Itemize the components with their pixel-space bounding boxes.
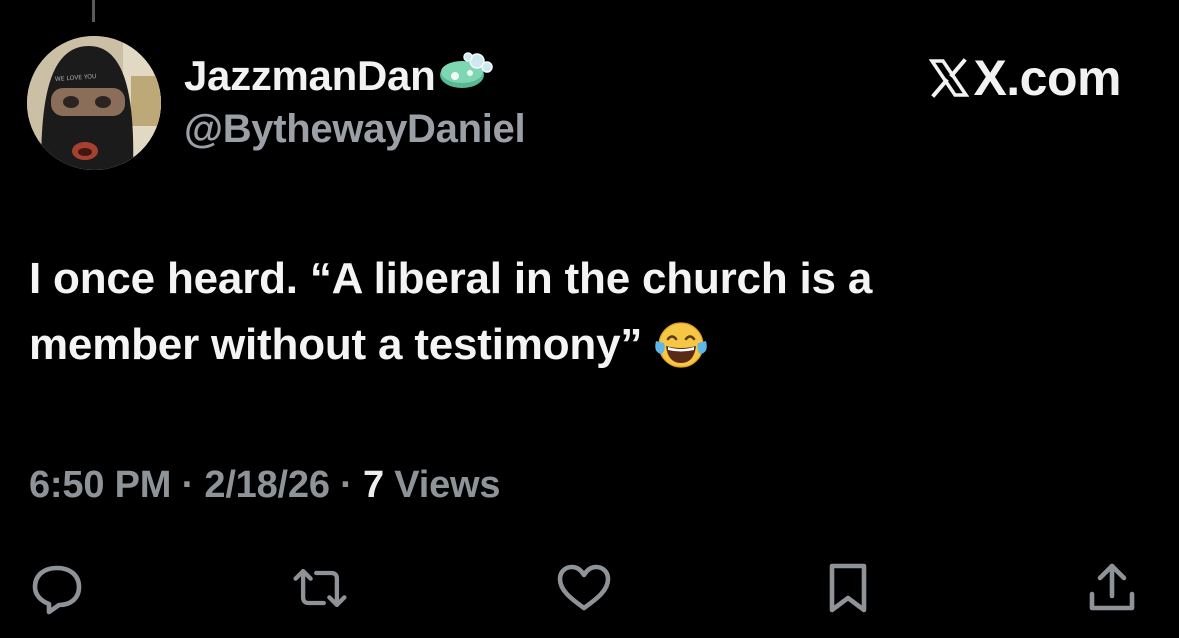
source-label: X.com bbox=[973, 50, 1121, 106]
meta-separator: · bbox=[329, 464, 363, 506]
tweet-text-line: member without a testimony” bbox=[29, 312, 1139, 388]
x-logo-icon bbox=[929, 58, 970, 98]
tweet-text: I once heard. “A liberal in the church i… bbox=[29, 246, 1139, 388]
repost-icon bbox=[293, 568, 347, 608]
share-icon bbox=[1089, 563, 1135, 611]
tears-of-joy-emoji-icon bbox=[652, 319, 710, 388]
reply-icon bbox=[32, 565, 82, 615]
thread-connector-line bbox=[92, 0, 95, 22]
display-name[interactable]: JazzmanDan bbox=[184, 52, 436, 100]
tweet-date[interactable]: 2/18/26 bbox=[204, 464, 330, 506]
meta-separator: · bbox=[171, 464, 205, 506]
share-button[interactable] bbox=[1082, 558, 1142, 618]
repost-button[interactable] bbox=[290, 558, 350, 618]
action-bar bbox=[0, 558, 1179, 618]
tweet-meta: 6:50 PM · 2/18/26 · 7 Views bbox=[29, 458, 500, 512]
views-count[interactable]: 7 bbox=[363, 464, 384, 506]
tweet-text-line: I once heard. “A liberal in the church i… bbox=[29, 254, 873, 303]
views-label[interactable]: Views bbox=[384, 464, 500, 506]
author-handle[interactable]: @BythewayDaniel bbox=[184, 104, 526, 154]
reply-button[interactable] bbox=[27, 558, 87, 618]
avatar-image: WE LOVE YOU bbox=[27, 36, 161, 170]
avatar[interactable]: WE LOVE YOU bbox=[27, 36, 161, 170]
heart-icon bbox=[557, 564, 611, 611]
like-button[interactable] bbox=[554, 558, 614, 618]
source-watermark: X.com bbox=[929, 48, 1121, 108]
tweet-text-line-content: member without a testimony” bbox=[29, 320, 643, 369]
soap-emoji-icon bbox=[437, 51, 495, 96]
author-name-row: JazzmanDan bbox=[184, 51, 495, 100]
bookmark-button[interactable] bbox=[818, 558, 878, 618]
tweet-time[interactable]: 6:50 PM bbox=[29, 464, 171, 506]
bookmark-icon bbox=[829, 563, 867, 613]
